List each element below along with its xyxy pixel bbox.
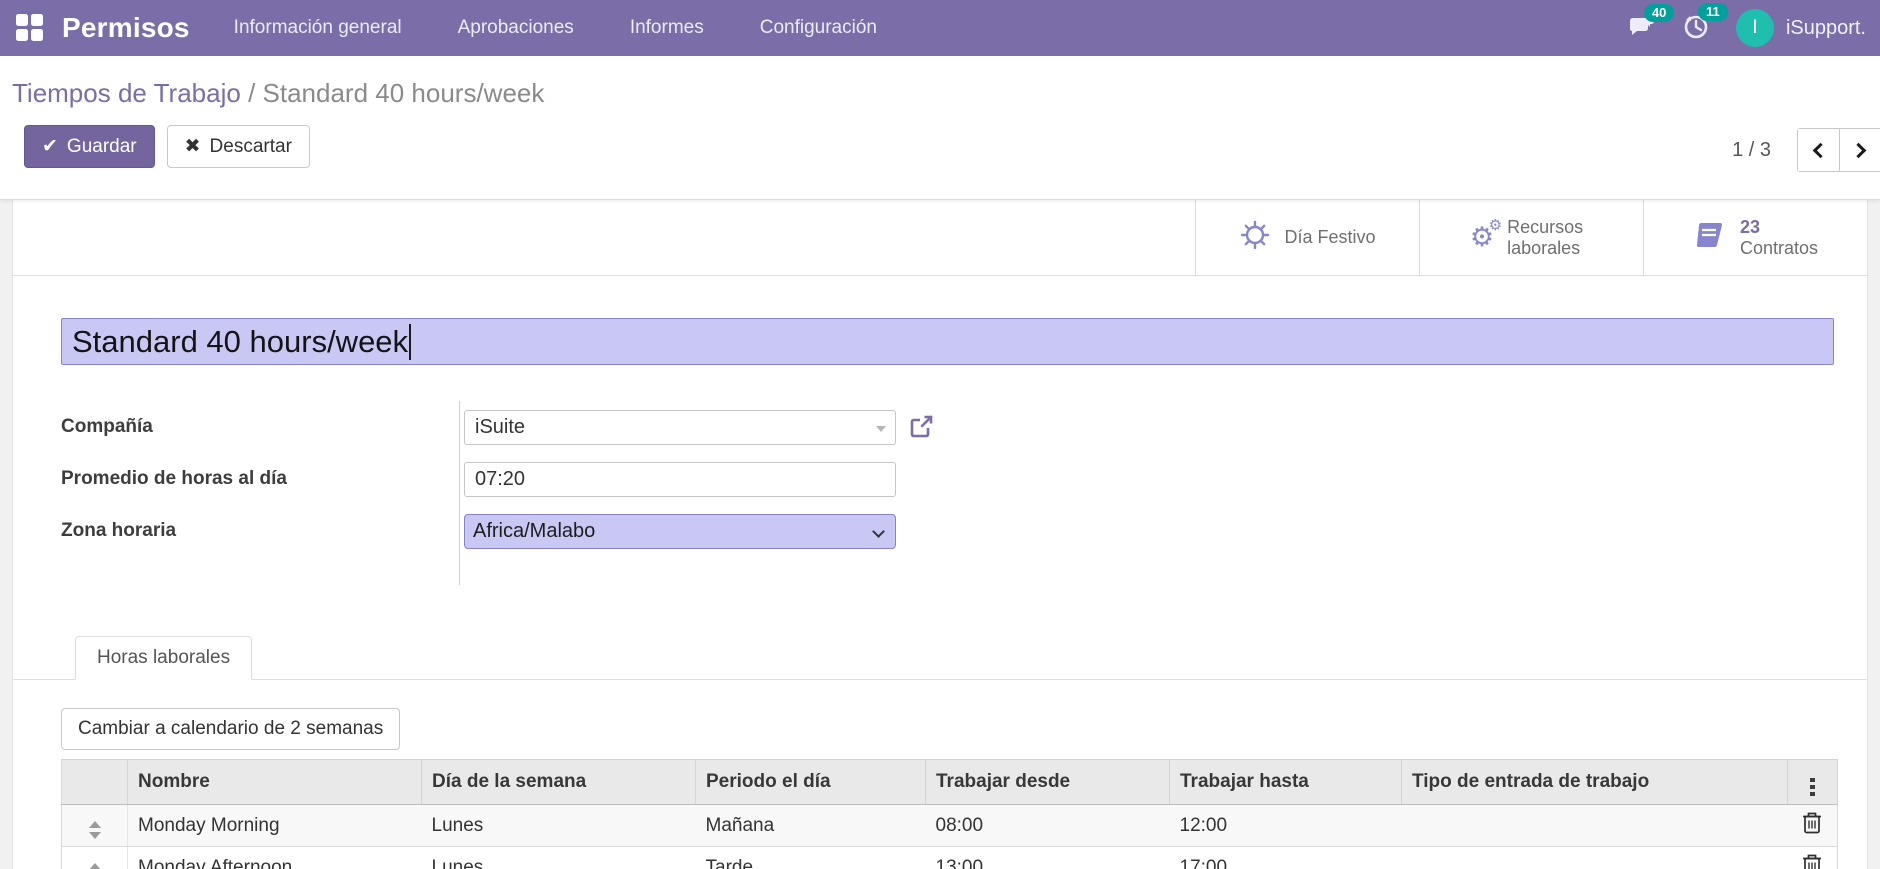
table-header-row: Nombre Día de la semana Periodo el día T… (62, 760, 1838, 805)
user-menu[interactable]: I iSupport. (1736, 9, 1866, 47)
cell-work-to[interactable]: 17:00 (1170, 847, 1402, 869)
breadcrumb-parent-link[interactable]: Tiempos de Trabajo (12, 78, 241, 108)
breadcrumb-current: Standard 40 hours/week (263, 78, 545, 108)
field-label-promedio-horas: Promedio de horas al día (61, 468, 287, 490)
menu-item-informes[interactable]: Informes (628, 11, 706, 45)
gears-icon: ⚙⚙ (1470, 224, 1494, 251)
cell-name[interactable]: Monday Afternoon (128, 847, 422, 869)
menu-item-informacion-general[interactable]: Información general (232, 11, 404, 45)
stat-label: Contratos (1740, 238, 1818, 259)
column-header-nombre: Nombre (128, 760, 422, 805)
activities-button[interactable]: 11 (1682, 12, 1710, 45)
optional-columns-header (1788, 760, 1838, 805)
pager-counter: 1 / 3 (1732, 139, 1771, 162)
column-header-tipo: Tipo de entrada de trabajo (1402, 760, 1788, 805)
table-row[interactable]: Monday Morning Lunes Mañana 08:00 12:00 (62, 805, 1838, 847)
cell-work-entry-type[interactable] (1402, 847, 1788, 869)
chat-bubble-icon (1628, 26, 1656, 43)
breadcrumb-separator: / (248, 78, 262, 108)
stat-value: 23 (1740, 217, 1818, 238)
menu-item-configuracion[interactable]: Configuración (758, 11, 879, 45)
notebook-tab-bar: Horas laborales (13, 636, 1867, 680)
top-navbar: Permisos Información general Aprobacione… (0, 0, 1880, 56)
apps-menu-icon[interactable] (16, 14, 44, 42)
record-name-input[interactable]: Standard 40 hours/week (61, 318, 1834, 365)
delete-row-button[interactable] (1801, 853, 1823, 869)
main-menu: Información general Aprobaciones Informe… (232, 11, 879, 45)
drag-handle-icon[interactable] (89, 863, 101, 869)
chevron-right-icon (1850, 142, 1866, 158)
record-name-value: Standard 40 hours/week (72, 324, 408, 360)
pager-next-button[interactable] (1839, 129, 1880, 171)
timezone-select[interactable]: Africa/Malabo (464, 514, 896, 549)
handle-column-header (62, 760, 128, 805)
discard-button[interactable]: ✖ Descartar (167, 125, 310, 168)
dropdown-caret-icon[interactable] (876, 426, 886, 432)
field-label-compania: Compañía (61, 416, 153, 438)
hours-per-day-field[interactable]: 07:20 (464, 462, 896, 497)
delete-row-button[interactable] (1801, 811, 1823, 835)
form-sheet: Día Festivo ⚙⚙ Recursos laborales 23 Con… (12, 200, 1868, 869)
book-icon (1693, 219, 1727, 256)
column-header-dia: Día de la semana (422, 760, 696, 805)
stat-label: Día Festivo (1284, 227, 1375, 248)
field-label-zona-horaria: Zona horaria (61, 520, 176, 542)
check-icon: ✔ (42, 135, 58, 158)
text-cursor (409, 324, 411, 360)
cell-period[interactable]: Tarde (696, 847, 926, 869)
column-header-periodo: Periodo el día (696, 760, 926, 805)
cell-work-to[interactable]: 12:00 (1170, 805, 1402, 847)
stat-button-recursos-laborales[interactable]: ⚙⚙ Recursos laborales (1419, 200, 1643, 275)
sun-icon (1239, 219, 1271, 256)
activities-count-badge: 11 (1698, 3, 1728, 21)
cell-work-entry-type[interactable] (1402, 805, 1788, 847)
save-button[interactable]: ✔ Guardar (24, 125, 155, 168)
company-field[interactable]: iSuite (464, 410, 896, 445)
column-header-desde: Trabajar desde (926, 760, 1170, 805)
working-hours-list: Nombre Día de la semana Periodo el día T… (61, 759, 1835, 869)
kebab-menu-icon[interactable] (1808, 776, 1817, 799)
drag-handle-icon[interactable] (89, 821, 101, 839)
user-avatar: I (1736, 9, 1774, 47)
cell-day[interactable]: Lunes (422, 805, 696, 847)
external-link-icon[interactable] (908, 414, 934, 440)
breadcrumb: Tiempos de Trabajo / Standard 40 hours/w… (10, 72, 1880, 109)
field-group: Compañía Promedio de horas al día Zona h… (61, 401, 1867, 585)
stat-button-box: Día Festivo ⚙⚙ Recursos laborales 23 Con… (13, 200, 1867, 276)
chevron-left-icon (1813, 142, 1829, 158)
cell-work-from[interactable]: 08:00 (926, 805, 1170, 847)
pager-previous-button[interactable] (1798, 129, 1839, 171)
cell-work-from[interactable]: 13:00 (926, 847, 1170, 869)
control-panel: Tiempos de Trabajo / Standard 40 hours/w… (0, 56, 1880, 200)
menu-item-aprobaciones[interactable]: Aprobaciones (456, 11, 576, 45)
x-icon: ✖ (185, 135, 201, 158)
column-header-hasta: Trabajar hasta (1170, 760, 1402, 805)
cell-period[interactable]: Mañana (696, 805, 926, 847)
user-name: iSupport. (1786, 17, 1866, 40)
cell-name[interactable]: Monday Morning (128, 805, 422, 847)
chevron-down-icon (872, 525, 885, 538)
messages-button[interactable]: 40 (1628, 13, 1656, 44)
stat-button-dia-festivo[interactable]: Día Festivo (1195, 200, 1419, 275)
tab-horas-laborales[interactable]: Horas laborales (75, 636, 252, 680)
cell-day[interactable]: Lunes (422, 847, 696, 869)
table-row[interactable]: Monday Afternoon Lunes Tarde 13:00 17:00 (62, 847, 1838, 869)
stat-button-contratos[interactable]: 23 Contratos (1643, 200, 1867, 275)
messages-count-badge: 40 (1644, 4, 1674, 22)
stat-label: Recursos laborales (1507, 217, 1593, 258)
activity-clock-icon (1682, 27, 1710, 44)
app-name: Permisos (62, 12, 190, 44)
switch-two-week-calendar-button[interactable]: Cambiar a calendario de 2 semanas (61, 708, 400, 750)
